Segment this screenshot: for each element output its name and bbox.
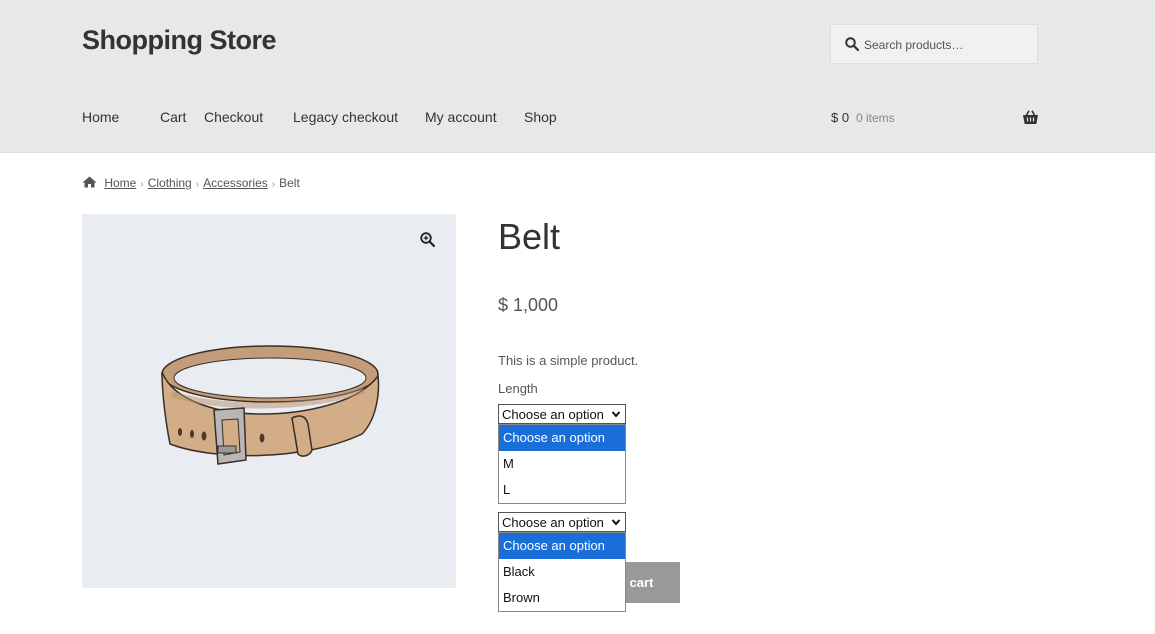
nav-item-home[interactable]: Home xyxy=(82,109,119,125)
length-select-value: Choose an option xyxy=(502,407,604,422)
product-description: This is a simple product. xyxy=(498,353,639,368)
color-option-choose[interactable]: Choose an option xyxy=(499,533,625,559)
breadcrumb: Home › Clothing › Accessories › Belt xyxy=(82,176,300,190)
site-title[interactable]: Shopping Store xyxy=(82,25,276,56)
chevron-right-icon: › xyxy=(271,179,276,190)
nav-item-checkout[interactable]: Checkout xyxy=(204,109,263,125)
nav-item-my-account[interactable]: My account xyxy=(425,109,497,125)
belt-product-image xyxy=(161,345,380,465)
search-icon xyxy=(845,37,859,51)
length-select[interactable]: Choose an option xyxy=(498,404,626,424)
length-dropdown: Choose an option M L xyxy=(498,424,626,504)
color-dropdown: Choose an option Black Brown xyxy=(498,532,626,612)
search-placeholder: Search products… xyxy=(864,38,964,52)
breadcrumb-home[interactable]: Home xyxy=(104,176,136,190)
length-label: Length xyxy=(498,381,538,396)
home-icon[interactable] xyxy=(82,176,97,188)
site-header: Shopping Store Search products… Home Car… xyxy=(0,0,1155,153)
basket-icon[interactable] xyxy=(1022,110,1039,125)
nav-item-legacy-checkout[interactable]: Legacy checkout xyxy=(293,109,398,125)
chevron-down-icon xyxy=(611,411,621,418)
chevron-right-icon: › xyxy=(140,179,144,190)
color-option-brown[interactable]: Brown xyxy=(499,585,625,611)
chevron-down-icon xyxy=(611,519,621,526)
nav-item-cart[interactable]: Cart xyxy=(160,109,186,125)
breadcrumb-accessories[interactable]: Accessories xyxy=(203,176,268,190)
product-price: $ 1,000 xyxy=(498,295,559,315)
breadcrumb-current: Belt xyxy=(279,176,300,190)
zoom-icon[interactable] xyxy=(420,232,435,247)
cart-total[interactable]: $ 0 xyxy=(831,110,849,125)
cart-count[interactable]: 0 items xyxy=(856,111,895,125)
length-option-l[interactable]: L xyxy=(499,477,625,503)
length-option-choose[interactable]: Choose an option xyxy=(499,425,625,451)
product-title: Belt xyxy=(498,216,561,257)
nav-item-shop[interactable]: Shop xyxy=(524,109,557,125)
breadcrumb-clothing[interactable]: Clothing xyxy=(148,176,192,190)
color-select-value: Choose an option xyxy=(502,515,604,530)
search-input[interactable]: Search products… xyxy=(830,24,1038,64)
color-select[interactable]: Choose an option xyxy=(498,512,626,532)
product-gallery[interactable] xyxy=(82,214,456,588)
chevron-right-icon: › xyxy=(195,179,200,190)
color-option-black[interactable]: Black xyxy=(499,559,625,585)
length-option-m[interactable]: M xyxy=(499,451,625,477)
